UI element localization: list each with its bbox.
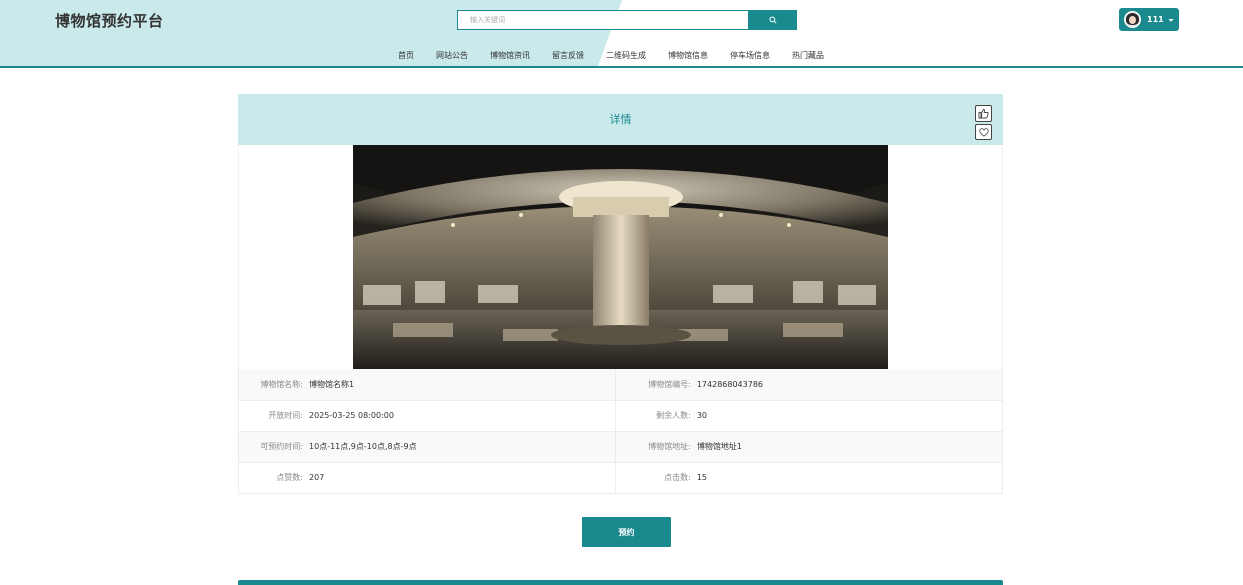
panel-title: 详情 xyxy=(609,113,632,126)
nav-feedback[interactable]: 留言反馈 xyxy=(552,50,584,61)
nav-museum-news[interactable]: 博物馆资讯 xyxy=(490,50,530,61)
book-button[interactable]: 预约 xyxy=(582,517,671,547)
name-label: 博物馆名称: xyxy=(238,369,310,401)
user-name: 111 xyxy=(1147,15,1164,24)
museum-interior-image xyxy=(353,145,888,369)
like-button[interactable] xyxy=(975,105,992,122)
address-label: 博物馆地址: xyxy=(615,431,697,463)
bottom-section-bar xyxy=(238,580,1003,585)
nav-home[interactable]: 首页 xyxy=(398,50,414,61)
code-label: 博物馆编号: xyxy=(615,369,697,401)
museum-info-table: 博物馆名称: 博物馆名称1 博物馆编号: 1742868043786 开放时间:… xyxy=(238,369,1003,494)
search-icon xyxy=(769,16,777,24)
table-row: 开放时间: 2025-03-25 08:00:00 剩余人数: 30 xyxy=(238,400,1003,432)
main-nav: 首页 网站公告 博物馆资讯 留言反馈 二维码生成 博物馆信息 停车场信息 热门藏… xyxy=(398,50,846,61)
search-box xyxy=(457,10,749,30)
code-value: 1742868043786 xyxy=(696,369,1003,401)
open-time-value: 2025-03-25 08:00:00 xyxy=(309,400,617,432)
search-input[interactable] xyxy=(458,11,748,29)
table-row: 可预约时间: 10点-11点,9点-10点,8点-9点 博物馆地址: 博物馆地址… xyxy=(238,431,1003,463)
clicks-label: 点击数: xyxy=(615,462,697,494)
table-row: 点赞数: 207 点击数: 15 xyxy=(238,462,1003,494)
nav-popular-collections[interactable]: 热门藏品 xyxy=(792,50,824,61)
thumbs-up-icon xyxy=(978,108,989,119)
nav-qrcode[interactable]: 二维码生成 xyxy=(606,50,646,61)
remaining-label: 剩余人数: xyxy=(615,400,697,432)
avatar xyxy=(1124,11,1141,28)
table-row: 博物馆名称: 博物馆名称1 博物馆编号: 1742868043786 xyxy=(238,369,1003,401)
site-logo[interactable]: 博物馆预约平台 xyxy=(55,10,164,31)
museum-photo xyxy=(353,145,888,369)
favorite-button[interactable] xyxy=(975,124,992,140)
remaining-value: 30 xyxy=(696,400,1003,432)
open-time-label: 开放时间: xyxy=(238,400,310,432)
nav-museum-info[interactable]: 博物馆信息 xyxy=(668,50,708,61)
slots-label: 可预约时间: xyxy=(238,431,310,463)
likes-value: 207 xyxy=(309,462,617,494)
heart-icon xyxy=(978,127,989,137)
site-header: 博物馆预约平台 首页 网站公告 博物馆资讯 留言反馈 二维码生成 博物馆信息 停… xyxy=(0,0,1243,68)
likes-label: 点赞数: xyxy=(238,462,310,494)
nav-parking-info[interactable]: 停车场信息 xyxy=(730,50,770,61)
address-value: 博物馆地址1 xyxy=(696,431,1003,463)
user-menu-button[interactable]: 111 xyxy=(1119,8,1179,31)
nav-announcements[interactable]: 网站公告 xyxy=(436,50,468,61)
search-button[interactable] xyxy=(749,10,797,30)
clicks-value: 15 xyxy=(696,462,1003,494)
detail-panel-header: 详情 xyxy=(238,94,1003,145)
caret-down-icon xyxy=(1168,18,1174,22)
name-value: 博物馆名称1 xyxy=(309,369,617,401)
slots-value: 10点-11点,9点-10点,8点-9点 xyxy=(309,431,617,463)
